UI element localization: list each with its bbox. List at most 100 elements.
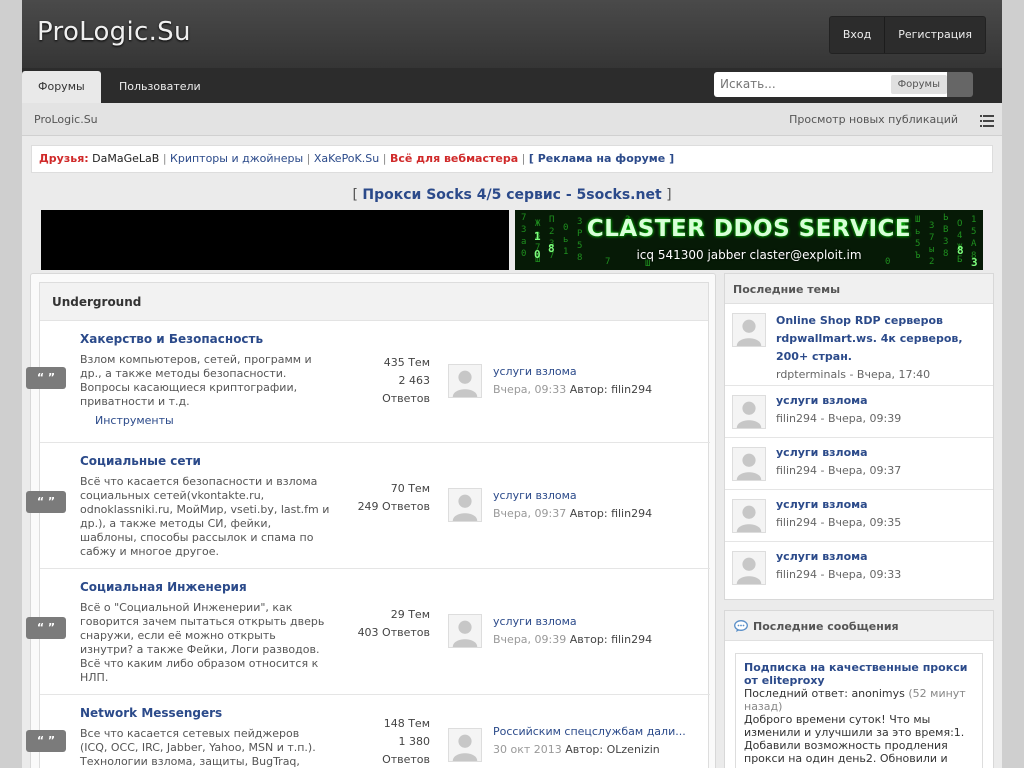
proxy-ad: [ Прокси Socks 4/5 сервис - 5socks.net ] [352,187,672,203]
recent-post-reply: Последний ответ: anonimys (52 минут наза… [744,687,966,713]
last-post-title[interactable]: услуги взлома [493,615,577,628]
friend-link-xakepok[interactable]: XaKePoK.Su [314,152,379,165]
avatar-placeholder-icon [449,365,481,397]
topic-meta: filin294 - Вчера, 09:33 [776,568,902,581]
quote-icon: “ ” [26,491,66,513]
forum-row: Хакерство и Безопасность Взлом компьютер… [40,321,710,443]
forum-row: Network Messengers Все что касается сете… [40,695,710,768]
banner-title: CLASTER DDOS SERVICE [586,216,912,242]
user-bar: Вход Регистрация [828,16,986,54]
recent-post-title[interactable]: Подписка на качественные прокси от elite… [744,661,967,687]
quote-icon: “ ” [26,617,66,639]
site-header: ProLogic.Su Вход Регистрация [22,0,1002,68]
last-post-title[interactable]: услуги взлома [493,489,577,502]
banner-contacts: icq 541300 jabber claster@exploit.im [636,248,862,262]
avatar[interactable] [448,614,482,648]
avatar[interactable] [448,364,482,398]
avatar-placeholder-icon [449,729,481,761]
breadcrumb-bar: ProLogic.Su Просмотр новых публикаций [22,103,1002,136]
category-underground: Underground Хакерство и Безопасность Взл… [39,282,710,768]
avatar-placeholder-icon [733,396,765,428]
friend-link-webmaster[interactable]: Всё для вебмастера [390,152,518,165]
main-content: Друзья: DaMaGeLaB | Крипторы и джойнеры … [22,136,1002,768]
tab-forums[interactable]: Форумы [22,71,101,103]
search-input[interactable] [720,74,880,94]
forum-title[interactable]: Хакерство и Безопасность [80,332,263,346]
quote-icon: “ ” [26,367,66,389]
topic-title[interactable]: услуги взлома [776,496,986,514]
avatar-placeholder-icon [733,314,765,346]
last-post-meta: Вчера, 09:37 Автор: filin294 [493,507,653,520]
forum-title[interactable]: Социальная Инженерия [80,580,247,594]
recent-topics-panel: Последние темы Online Shop RDP серверов … [724,273,994,600]
friend-link-damagelab[interactable]: DaMaGeLaB [92,152,159,165]
topic-title[interactable]: услуги взлома [776,548,986,566]
forum-description: Всё что касается безопасности и взлома с… [80,475,330,558]
list-item: услуги взлома filin294 - Вчера, 09:33 [725,542,993,599]
last-post-meta: 30 окт 2013 Автор: OLzenizin [493,743,660,756]
banner-left[interactable] [41,210,509,270]
recent-posts-panel: Последние сообщения Подписка на качестве… [724,610,994,768]
category-title[interactable]: Underground [40,283,708,321]
forum-list-panel: Underground Хакерство и Безопасность Взл… [30,273,716,768]
last-post-title[interactable]: услуги взлома [493,365,577,378]
login-link[interactable]: Вход [830,17,884,53]
topic-title[interactable]: услуги взлома [776,444,986,462]
forum-stats: 148 Тем 1 380 Ответов [382,717,430,766]
avatar[interactable] [732,499,766,533]
forum-description: Все что касается сетевых пейджеров (ICQ,… [80,727,316,768]
last-post-meta: Вчера, 09:39 Автор: filin294 [493,633,653,646]
avatar[interactable] [732,551,766,585]
quote-icon: “ ” [26,730,66,752]
search-button[interactable] [947,72,973,97]
site-logo[interactable]: ProLogic.Su [37,17,191,47]
topic-meta: filin294 - Вчера, 09:35 [776,516,902,529]
proxy-ad-link[interactable]: Прокси Socks 4/5 сервис - 5socks.net [362,187,661,203]
forum-row: Социальные сети Всё что касается безопас… [40,443,710,569]
search-scope[interactable]: Форумы [890,75,947,94]
avatar[interactable] [732,313,766,347]
tab-users[interactable]: Пользователи [103,71,217,103]
view-new-posts-link[interactable]: Просмотр новых публикаций [789,113,958,126]
avatar[interactable] [732,447,766,481]
chat-bubble-icon [734,620,748,632]
topic-title[interactable]: услуги взлома [776,392,986,410]
list-item: услуги взлома filin294 - Вчера, 09:35 [725,490,993,542]
forum-stats: 70 Тем 249 Ответов [357,482,430,513]
banner-ddos[interactable]: 73a0 Ж37Ш П237 0ь1 3Р58 Шь5Ъ 37ы2 ЬВ38 О… [515,210,983,270]
list-item: услуги взлома filin294 - Вчера, 09:39 [725,386,993,438]
forum-row: Социальная Инженерия Всё о "Социальной И… [40,569,710,695]
last-post-title[interactable]: Российским спецслужбам дали... [493,725,686,738]
search-box: Форумы [714,72,950,97]
topic-meta: rdpterminals - Вчера, 17:40 [776,368,931,381]
list-item: услуги взлома filin294 - Вчера, 09:37 [725,438,993,490]
last-post-meta: Вчера, 09:33 Автор: filin294 [493,383,653,396]
avatar-placeholder-icon [733,448,765,480]
breadcrumb-home[interactable]: ProLogic.Su [34,113,98,126]
forum-stats: 29 Тем 403 Ответов [357,608,430,639]
avatar[interactable] [732,395,766,429]
list-item: Online Shop RDP серверов rdpwallmart.ws.… [725,304,993,386]
topic-meta: filin294 - Вчера, 09:37 [776,464,902,477]
subforum-link[interactable]: Инструменты [95,414,174,427]
register-link[interactable]: Регистрация [884,17,985,53]
forum-title[interactable]: Network Messengers [80,706,222,720]
topic-meta: filin294 - Вчера, 09:39 [776,412,902,425]
list-icon[interactable] [980,115,994,127]
avatar-placeholder-icon [733,500,765,532]
recent-post-excerpt: Доброго времени суток! Что мы изменили и… [744,713,965,765]
recent-topics-title: Последние темы [725,274,993,304]
advertise-link[interactable]: [ Реклама на форуме ] [529,152,674,165]
recent-posts-title: Последние сообщения [753,620,899,633]
friend-link-cryptors[interactable]: Крипторы и джойнеры [170,152,303,165]
avatar-placeholder-icon [733,552,765,584]
forum-description: Всё о "Социальной Инженерии", как говори… [80,601,325,684]
avatar[interactable] [448,728,482,762]
friends-label: Друзья: [39,152,89,165]
primary-nav: Форумы Пользователи Форумы [22,68,1002,103]
recent-posts-header: Последние сообщения [725,611,993,641]
avatar[interactable] [448,488,482,522]
topic-title[interactable]: Online Shop RDP серверов rdpwallmart.ws.… [776,312,986,366]
forum-description: Взлом компьютеров, сетей, программ и др.… [80,353,312,408]
forum-title[interactable]: Социальные сети [80,454,201,468]
